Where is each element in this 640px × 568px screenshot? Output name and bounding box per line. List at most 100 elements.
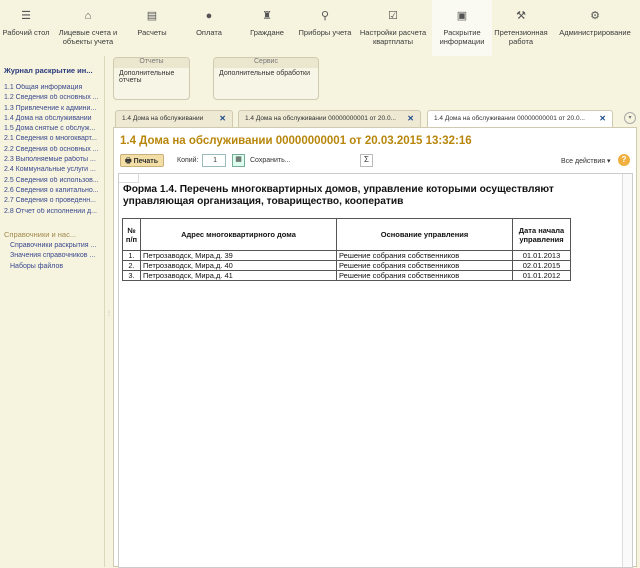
tab-list-chevron-icon[interactable]: ▾ xyxy=(624,112,636,124)
table-cell: Решение собрания собственников xyxy=(336,260,513,271)
sidebar-subitem[interactable]: Справочники раскрытия ... xyxy=(0,242,104,253)
spreadsheet-document[interactable]: Форма 1.4. Перечень многоквартирных домо… xyxy=(118,173,633,568)
close-icon[interactable]: ✕ xyxy=(219,114,226,123)
nav-label: Раскрытие информации xyxy=(439,28,485,46)
nav-label: Граждане xyxy=(250,28,284,37)
table-row: 1. Петрозаводск, Мира,д. 39 Решение собран… xyxy=(122,250,571,261)
nav-item-4[interactable]: ♜ Граждане xyxy=(238,0,296,56)
tab-label: 1.4 Дома на обслуживании xyxy=(122,115,204,122)
meter-icon: ⚲ xyxy=(320,10,330,22)
copies-label: Копий: xyxy=(177,157,199,164)
checkbox-icon: ☑ xyxy=(388,10,398,22)
table-cell: 02.01.2015 xyxy=(512,260,571,271)
nav-label: Расчеты xyxy=(137,28,167,37)
table-cell: Решение собрания собственников xyxy=(336,270,513,281)
tab-bar: 1.4 Дома на обслуживании ✕ 1.4 Дома на об… xyxy=(113,110,640,128)
table-cell: 1. xyxy=(122,250,141,261)
group-service: Сервис Дополнительные обработки xyxy=(213,57,319,100)
sidebar-item[interactable]: 2.4 Коммунальные услуги ... xyxy=(0,166,104,176)
sidebar-title[interactable]: Журнал раскрытие ин... xyxy=(0,56,104,84)
tab-3[interactable]: 1.4 Дома на обслуживании 00000000001 от … xyxy=(427,110,613,128)
copies-input[interactable]: 1 xyxy=(202,154,226,167)
people-icon: ♜ xyxy=(262,10,272,22)
table-cell: 01.01.2012 xyxy=(512,270,571,281)
sum-button[interactable]: Σ xyxy=(360,154,373,167)
sidebar-item[interactable]: 1.3 Привлечение к админи... xyxy=(0,105,104,115)
nav-item-0[interactable]: ☰ Рабочий стол xyxy=(0,0,52,56)
tab-label: 1.4 Дома на обслуживании 00000000001 от … xyxy=(434,115,585,122)
document-panel: 1.4 Дома на обслуживании 00000000001 от … xyxy=(113,127,637,568)
nav-label: Администрирование xyxy=(559,28,631,37)
tab-label: 1.4 Дома на обслуживании 00000000001 от … xyxy=(245,115,396,122)
all-actions-menu[interactable]: Все действия ▾ xyxy=(561,157,610,165)
group-header: Отчеты xyxy=(114,58,189,68)
houses-table: № п/п Адрес многоквартирного дома Основани… xyxy=(122,218,571,281)
column-header: Адрес многоквартирного дома xyxy=(140,218,337,251)
sidebar-item[interactable]: 2.8 Отчет об исполнении д... xyxy=(0,208,104,218)
nav-label: Претензионная работа xyxy=(494,28,548,46)
table-cell: Петрозаводск, Мира,д. 41 xyxy=(140,270,337,281)
nav-item-1[interactable]: ⌂ Лицевые счета и объекты учета xyxy=(52,0,124,56)
nav-label: Приборы учета xyxy=(298,28,352,37)
sidebar-item[interactable]: 2.2 Сведения об основных ... xyxy=(0,146,104,156)
column-header: Дата начала управления xyxy=(512,218,571,251)
vertical-scrollbar[interactable] xyxy=(622,174,632,567)
sidebar-subitem[interactable]: Наборы файлов xyxy=(0,263,104,274)
sidebar-item[interactable]: 2.7 Сведения о проведенн... xyxy=(0,197,104,207)
print-label: Печать xyxy=(133,158,159,165)
save-button[interactable]: Сохранить... xyxy=(250,157,291,164)
sidebar-item[interactable]: 2.5 Сведения об использов... xyxy=(0,177,104,187)
sidebar-item[interactable]: 1.1 Общая информация xyxy=(0,84,104,94)
table-row: 2. Петрозаводск, Мира,д. 40 Решение собран… xyxy=(122,260,571,271)
close-icon[interactable]: ✕ xyxy=(407,114,414,123)
document-icon: ▣ xyxy=(456,10,468,22)
calculator-icon: ▤ xyxy=(146,10,158,22)
top-navigation: ☰ Рабочий стол ⌂ Лицевые счета и объекты уч… xyxy=(0,0,640,56)
nav-label: Лицевые счета и объекты учета xyxy=(58,28,118,46)
group-reports: Отчеты Дополнительные отчеты xyxy=(113,57,190,100)
help-icon[interactable]: ? xyxy=(618,154,630,166)
gear-icon: ⚙ xyxy=(590,10,600,22)
page-title: 1.4 Дома на обслуживании 00000000001 от … xyxy=(120,135,472,147)
nav-item-5[interactable]: ⚲ Приборы учета xyxy=(296,0,354,56)
save-icon[interactable]: ▦ xyxy=(232,154,245,167)
close-icon[interactable]: ✕ xyxy=(599,114,606,123)
nav-item-3[interactable]: ● Оплата xyxy=(180,0,238,56)
table-cell: Петрозаводск, Мира,д. 40 xyxy=(140,260,337,271)
table-cell: Решение собрания собственников xyxy=(336,250,513,261)
nav-item-6[interactable]: ☑ Настройки расчета квартплаты xyxy=(354,0,432,56)
coins-icon: ● xyxy=(205,10,213,22)
sidebar-item[interactable]: 2.6 Сведения о капитально... xyxy=(0,187,104,197)
nav-label: Рабочий стол xyxy=(2,28,50,37)
nav-label: Оплата xyxy=(196,28,222,37)
sidebar-item[interactable]: 1.2 Сведения об основных ... xyxy=(0,94,104,104)
nav-label: Настройки расчета квартплаты xyxy=(359,28,427,46)
column-header: № п/п xyxy=(122,218,141,251)
sidebar-item[interactable]: 2.3 Выполняемые работы ... xyxy=(0,156,104,166)
additional-processing-link[interactable]: Дополнительные обработки xyxy=(214,68,318,79)
nav-item-2[interactable]: ▤ Расчеты xyxy=(124,0,180,56)
printer-icon: 🖶 xyxy=(125,158,132,165)
tab-1[interactable]: 1.4 Дома на обслуживании ✕ xyxy=(115,110,233,128)
splitter-handle[interactable]: ⋮ xyxy=(106,310,112,317)
nav-item-7[interactable]: ▣ Раскрытие информации xyxy=(432,0,492,56)
nav-item-9[interactable]: ⚙ Администрирование xyxy=(550,0,640,56)
additional-reports-link[interactable]: Дополнительные отчеты xyxy=(114,68,189,86)
table-cell: 2. xyxy=(122,260,141,271)
group-header: Сервис xyxy=(214,58,318,68)
sidebar-section[interactable]: Справочники и нас... xyxy=(0,218,104,242)
sheet-corner xyxy=(119,174,139,183)
gavel-icon: ⚒ xyxy=(516,10,526,22)
table-cell: 01.01.2013 xyxy=(512,250,571,261)
column-header: Основание управления xyxy=(336,218,513,251)
sidebar-item[interactable]: 1.4 Дома на обслуживании xyxy=(0,115,104,125)
sidebar-subitem[interactable]: Значения справочников ... xyxy=(0,252,104,263)
sidebar-item[interactable]: 2.1 Сведения о многокварт... xyxy=(0,135,104,145)
form-title: Форма 1.4. Перечень многоквартирных домо… xyxy=(123,184,554,207)
sidebar-item[interactable]: 1.5 Дома снятые с обслуж... xyxy=(0,125,104,135)
toolbar: 🖶 Печать Копий: 1 ▦ Сохранить... Σ Все д… xyxy=(120,154,632,168)
table-cell: 3. xyxy=(122,270,141,281)
nav-item-8[interactable]: ⚒ Претензионная работа xyxy=(492,0,550,56)
tab-2[interactable]: 1.4 Дома на обслуживании 00000000001 от … xyxy=(238,110,421,128)
print-button[interactable]: 🖶 Печать xyxy=(120,154,164,167)
